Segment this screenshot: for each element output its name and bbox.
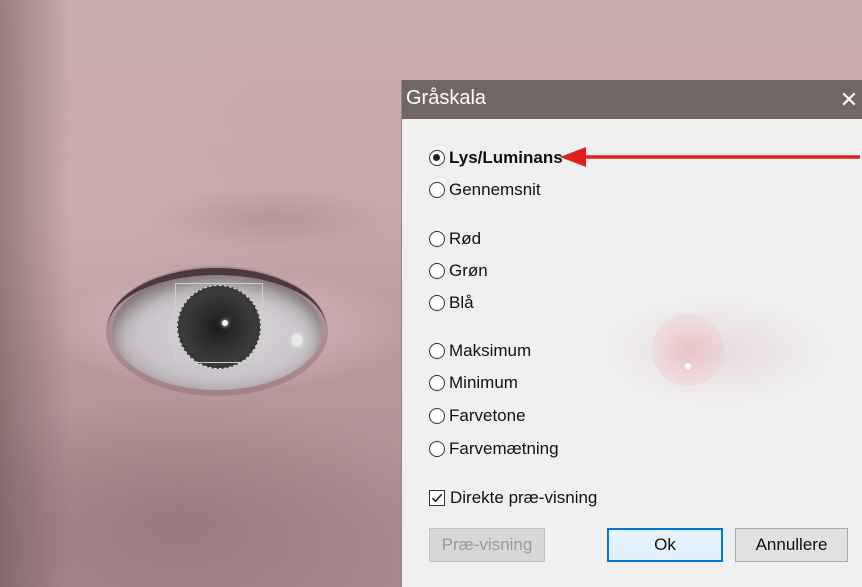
radio-maksimum[interactable]: Maksimum bbox=[429, 339, 531, 363]
radio-unselected-icon[interactable] bbox=[429, 295, 445, 311]
radio-blaa[interactable]: Blå bbox=[429, 291, 474, 315]
selection-box[interactable] bbox=[175, 283, 263, 363]
radio-unselected-icon[interactable] bbox=[429, 408, 445, 424]
radio-unselected-icon[interactable] bbox=[429, 231, 445, 247]
radio-lys-luminans[interactable]: Lys/Luminans bbox=[429, 146, 563, 170]
checkbox-label: Direkte præ-visning bbox=[450, 488, 598, 507]
radio-unselected-icon[interactable] bbox=[429, 343, 445, 359]
close-icon: ✕ bbox=[839, 86, 859, 112]
dialog-body: Lys/Luminans Gennemsnit Rød Grøn Blå Mak… bbox=[402, 119, 862, 587]
radio-label: Grøn bbox=[449, 261, 488, 280]
close-button[interactable]: ✕ bbox=[836, 80, 862, 119]
radio-label: Farvemætning bbox=[449, 439, 559, 458]
radio-unselected-icon[interactable] bbox=[429, 441, 445, 457]
radio-selected-icon[interactable] bbox=[429, 150, 445, 166]
radio-roed[interactable]: Rød bbox=[429, 227, 481, 251]
ok-button[interactable]: Ok bbox=[607, 528, 723, 562]
radio-minimum[interactable]: Minimum bbox=[429, 371, 518, 395]
checkbox-checked-icon[interactable] bbox=[429, 490, 445, 506]
radio-label: Maksimum bbox=[449, 341, 532, 360]
dialog-title: Gråskala bbox=[406, 87, 487, 109]
radio-unselected-icon[interactable] bbox=[429, 263, 445, 279]
direct-preview-checkbox[interactable]: Direkte præ-visning bbox=[429, 486, 597, 510]
photo-corner-glint bbox=[292, 334, 302, 346]
radio-unselected-icon[interactable] bbox=[429, 182, 445, 198]
photo-eye-glint bbox=[222, 320, 228, 326]
radio-gennemsnit[interactable]: Gennemsnit bbox=[429, 178, 541, 202]
preview-button[interactable]: Præ-visning bbox=[429, 528, 545, 562]
photo-shadow bbox=[0, 0, 70, 587]
photo-eyebrow bbox=[150, 188, 390, 248]
preview-ghost-iris bbox=[652, 314, 724, 386]
cancel-button-label: Annullere bbox=[755, 535, 828, 554]
red-arrow-icon bbox=[560, 147, 860, 167]
radio-label: Minimum bbox=[449, 373, 518, 392]
radio-unselected-icon[interactable] bbox=[429, 375, 445, 391]
preview-ghost-glint bbox=[685, 363, 691, 369]
radio-farvemaetning[interactable]: Farvemætning bbox=[429, 437, 559, 461]
preview-button-label: Præ-visning bbox=[441, 535, 533, 554]
radio-label: Lys/Luminans bbox=[449, 148, 563, 167]
radio-label: Rød bbox=[449, 229, 482, 248]
ok-button-label: Ok bbox=[654, 535, 676, 554]
radio-groen[interactable]: Grøn bbox=[429, 259, 488, 283]
radio-label: Blå bbox=[449, 293, 474, 312]
radio-farvetone[interactable]: Farvetone bbox=[429, 404, 526, 428]
radio-label: Farvetone bbox=[449, 406, 526, 425]
dialog-titlebar[interactable]: Gråskala ✕ bbox=[402, 80, 862, 119]
radio-label: Gennemsnit bbox=[449, 180, 541, 199]
cancel-button[interactable]: Annullere bbox=[735, 528, 848, 562]
